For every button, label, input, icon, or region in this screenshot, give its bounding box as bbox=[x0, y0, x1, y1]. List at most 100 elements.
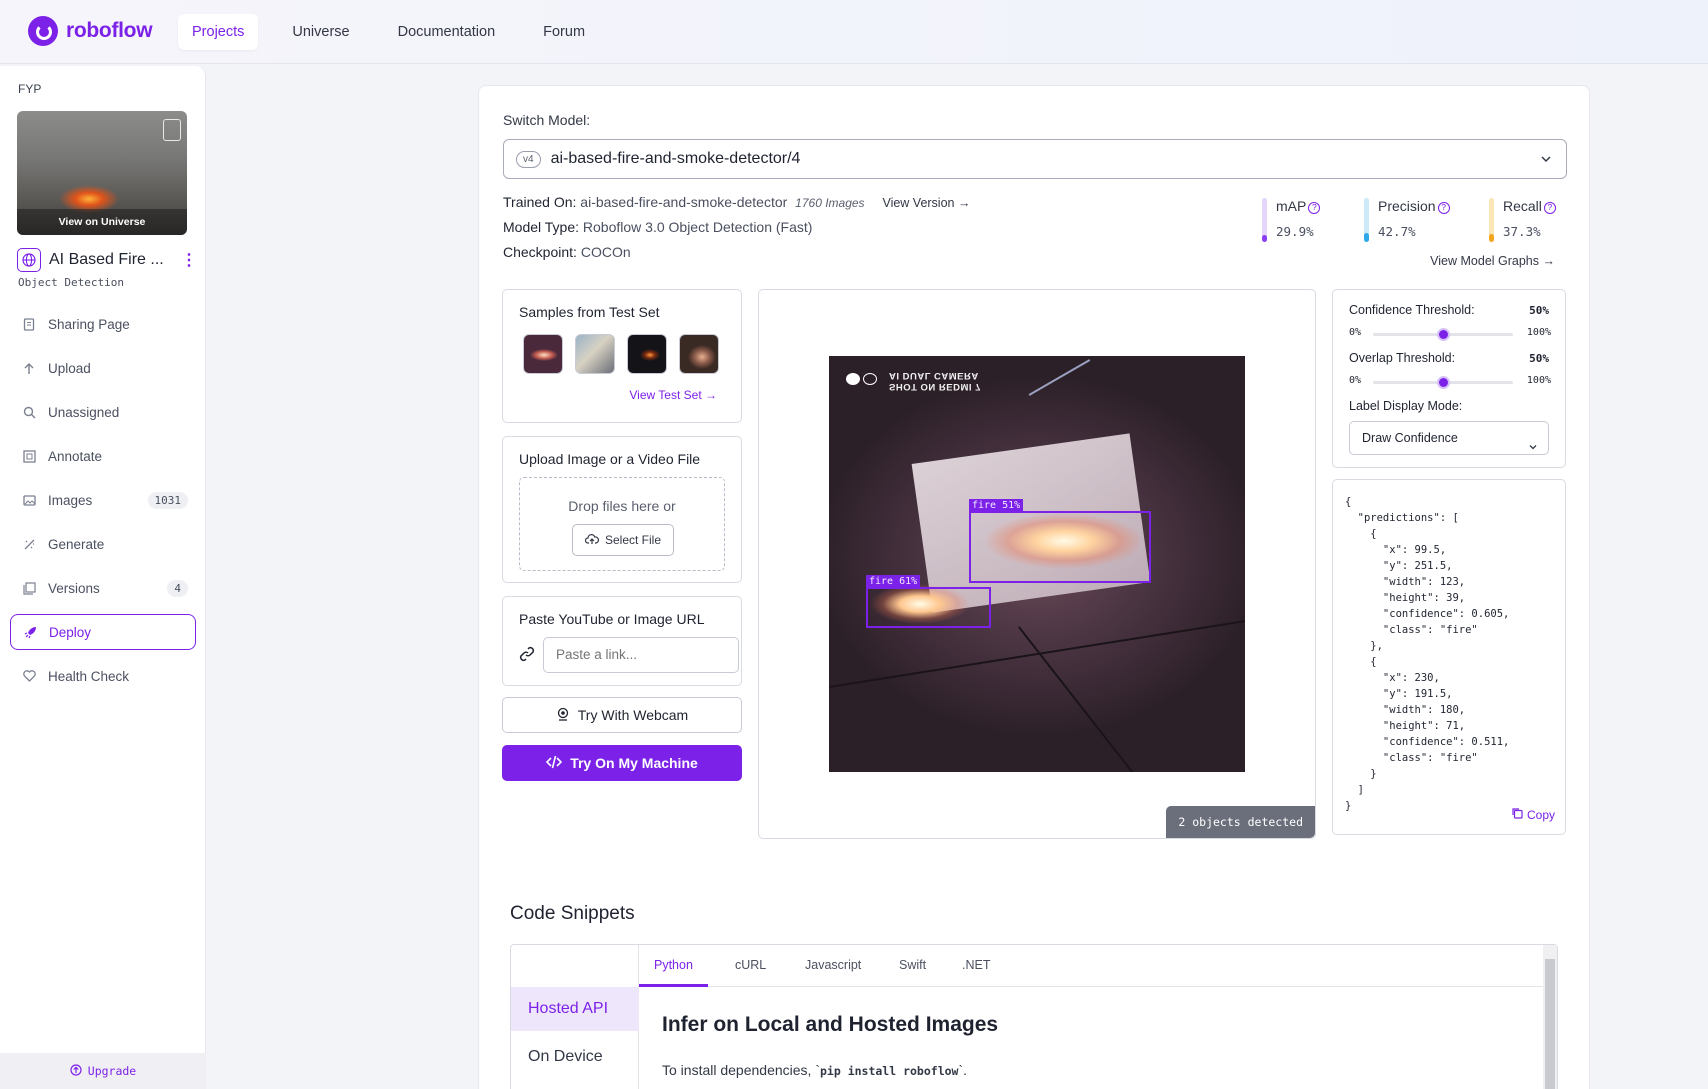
objects-detected-badge: 2 objects detected bbox=[1166, 806, 1315, 838]
upgrade-button[interactable]: Upgrade bbox=[0, 1053, 206, 1089]
try-on-machine-button[interactable]: Try On My Machine bbox=[502, 745, 742, 781]
overlap-slider-handle[interactable] bbox=[1437, 376, 1450, 389]
metric-name: Recall bbox=[1503, 198, 1542, 214]
search-icon bbox=[22, 405, 36, 419]
sidebar-item-sharing-page[interactable]: Sharing Page bbox=[10, 306, 196, 342]
sidebar-item-generate[interactable]: Generate bbox=[10, 526, 196, 562]
sidebar-item-label: Sharing Page bbox=[48, 316, 130, 332]
project-thumbnail[interactable]: View on Universe bbox=[17, 111, 187, 235]
detection-label: fire 51% bbox=[969, 499, 1024, 512]
copy-icon bbox=[1511, 807, 1523, 822]
model-type-row: Model Type: Roboflow 3.0 Object Detectio… bbox=[503, 219, 812, 235]
sidebar-item-label: Annotate bbox=[48, 448, 103, 464]
tab-dotnet[interactable]: .NET bbox=[947, 945, 1005, 987]
checkpoint-value: COCOn bbox=[580, 244, 631, 260]
images-count-badge: 1031 bbox=[147, 491, 188, 509]
arrow-up-icon bbox=[22, 361, 36, 375]
cloud-upload-icon bbox=[584, 533, 600, 548]
snippet-sidebar: Hosted API On Device bbox=[511, 945, 639, 1089]
tab-swift[interactable]: Swift bbox=[884, 945, 941, 987]
upload-title: Upload Image or a Video File bbox=[519, 451, 701, 467]
overlap-slider[interactable]: 0% 100% bbox=[1349, 375, 1551, 389]
globe-icon bbox=[17, 248, 41, 272]
metric-track bbox=[1262, 198, 1267, 242]
inference-viewer: SHOT ON REDMI 7 AI DUAL CAMERA fire 51% f… bbox=[758, 289, 1316, 839]
view-version-link[interactable]: View Version → bbox=[882, 196, 970, 210]
sidebar-item-label: Upload bbox=[48, 360, 91, 376]
view-test-set-link[interactable]: View Test Set → bbox=[629, 388, 717, 402]
help-icon[interactable]: ? bbox=[1308, 202, 1321, 214]
snippet-side-hosted-api[interactable]: Hosted API bbox=[511, 987, 639, 1031]
select-file-button[interactable]: Select File bbox=[572, 524, 674, 556]
try-webcam-button[interactable]: Try With Webcam bbox=[502, 697, 742, 733]
sample-image[interactable] bbox=[575, 334, 615, 374]
nav-links: Projects Universe Documentation Forum bbox=[178, 14, 613, 50]
metric-fill bbox=[1262, 235, 1267, 242]
sidebar-item-label: Generate bbox=[48, 536, 105, 552]
view-model-graphs-link[interactable]: View Model Graphs → bbox=[1430, 254, 1555, 268]
nav-universe[interactable]: Universe bbox=[278, 14, 363, 50]
sidebar-item-images[interactable]: Images 1031 bbox=[10, 482, 196, 518]
confidence-slider-handle[interactable] bbox=[1437, 328, 1450, 341]
tab-python[interactable]: Python bbox=[639, 945, 708, 987]
sample-image[interactable] bbox=[523, 334, 563, 374]
sidebar-item-annotate[interactable]: Annotate bbox=[10, 438, 196, 474]
file-dropzone[interactable]: Drop files here or Select File bbox=[519, 477, 725, 571]
nav-documentation[interactable]: Documentation bbox=[384, 14, 510, 50]
roboflow-logo[interactable]: roboflow bbox=[28, 16, 153, 46]
sidebar-item-unassigned[interactable]: Unassigned bbox=[10, 394, 196, 430]
snippet-side-on-device[interactable]: On Device bbox=[511, 1035, 639, 1079]
sidebar-item-versions[interactable]: Versions 4 bbox=[10, 570, 196, 606]
checkpoint-label: Checkpoint: bbox=[503, 244, 577, 260]
nav-forum[interactable]: Forum bbox=[529, 14, 599, 50]
model-select[interactable]: v4 ai-based-fire-and-smoke-detector/4 bbox=[503, 139, 1567, 179]
slider-max: 100% bbox=[1526, 327, 1551, 338]
copy-button[interactable]: Copy bbox=[1511, 807, 1555, 822]
image-url-input[interactable] bbox=[543, 637, 739, 673]
snippet-scrollbar[interactable] bbox=[1543, 945, 1557, 1089]
sidebar-item-health-check[interactable]: Health Check bbox=[10, 658, 196, 694]
sidebar-menu: Sharing Page Upload Unassigned Annotate … bbox=[10, 306, 196, 702]
view-on-universe-link[interactable]: View on Universe bbox=[17, 209, 187, 235]
url-panel: Paste YouTube or Image URL bbox=[502, 596, 742, 686]
install-instructions: To install dependencies, `pip install ro… bbox=[662, 1062, 968, 1078]
sidebar-item-label: Versions bbox=[48, 580, 100, 596]
tab-javascript[interactable]: Javascript bbox=[790, 945, 876, 987]
code-snippets-title: Code Snippets bbox=[510, 903, 635, 924]
machine-label: Try On My Machine bbox=[570, 755, 698, 771]
sample-image[interactable] bbox=[679, 334, 719, 374]
camera-watermark: SHOT ON REDMI 7 AI DUAL CAMERA bbox=[889, 370, 981, 392]
install-command: pip install roboflow bbox=[820, 1064, 959, 1078]
page-icon bbox=[22, 317, 36, 331]
dropzone-text: Drop files here or bbox=[568, 498, 676, 514]
snippet-tabs: Python cURL Javascript Swift .NET bbox=[639, 945, 1543, 987]
help-icon[interactable]: ? bbox=[1437, 202, 1450, 214]
label-mode-select[interactable]: Draw Confidence bbox=[1349, 421, 1549, 455]
scrollbar-thumb[interactable] bbox=[1545, 959, 1555, 1089]
upgrade-label: Upgrade bbox=[87, 1064, 137, 1078]
overlap-value: 50% bbox=[1529, 352, 1549, 365]
sidebar-item-upload[interactable]: Upload bbox=[10, 350, 196, 386]
detection-box[interactable]: fire 51% bbox=[969, 499, 1151, 583]
metric-value: 37.3% bbox=[1503, 224, 1541, 239]
sidebar-item-deploy[interactable]: Deploy bbox=[10, 614, 196, 650]
sidebar-item-label: Images bbox=[48, 492, 93, 508]
selected-model: ai-based-fire-and-smoke-detector/4 bbox=[550, 150, 801, 167]
chevron-down-icon bbox=[1528, 432, 1538, 464]
detection-box[interactable]: fire 61% bbox=[866, 575, 991, 628]
rocket-icon bbox=[23, 625, 37, 639]
label-mode-value: Draw Confidence bbox=[1362, 431, 1458, 445]
annotate-icon bbox=[22, 449, 36, 463]
trained-on-row: Trained On: ai-based-fire-and-smoke-dete… bbox=[503, 194, 970, 210]
confidence-slider[interactable]: 0% 100% bbox=[1349, 327, 1551, 341]
watermark-icon bbox=[163, 119, 181, 141]
url-title: Paste YouTube or Image URL bbox=[519, 611, 705, 627]
nav-projects[interactable]: Projects bbox=[178, 14, 259, 50]
help-icon[interactable]: ? bbox=[1543, 202, 1556, 214]
switch-model-label: Switch Model: bbox=[503, 112, 591, 128]
kebab-menu-icon[interactable]: ⋮ bbox=[181, 250, 197, 270]
sample-image[interactable] bbox=[627, 334, 667, 374]
generate-icon bbox=[22, 537, 36, 551]
project-name[interactable]: AI Based Fire ... bbox=[49, 251, 173, 269]
tab-curl[interactable]: cURL bbox=[720, 945, 781, 987]
